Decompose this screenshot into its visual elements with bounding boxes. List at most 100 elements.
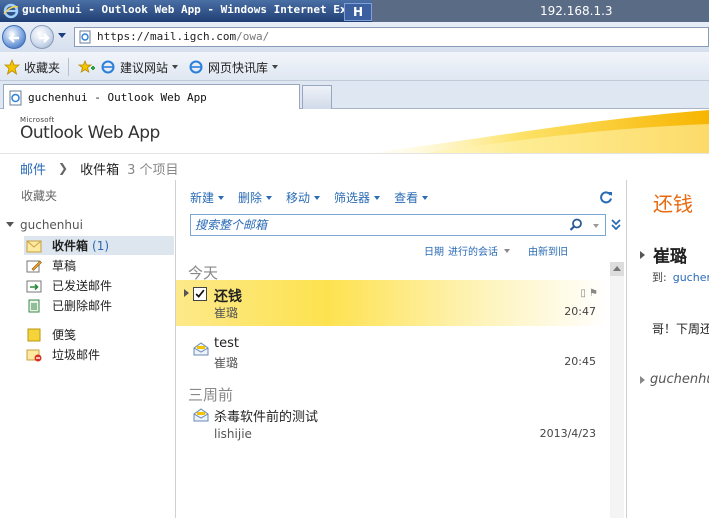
host-badge[interactable]: H [344,3,372,21]
message-checkbox-checked[interactable] [193,287,207,301]
folder-sent[interactable]: 已发送邮件 [26,276,175,295]
message-row[interactable]: test 崔璐 20:45 [176,330,608,376]
sort-by-date[interactable]: 日期 [424,243,444,258]
chevron-down-icon[interactable] [504,248,510,253]
favorites-button[interactable]: 收藏夹 [4,58,60,76]
back-arrow-icon [8,33,19,43]
new-tab-button[interactable] [302,85,332,109]
search-options-chevron-icon[interactable] [593,224,599,228]
folder-navigation: 收藏夹 guchenhui 收件箱 (1) 草稿 已发送邮件 已删除邮件 便笺 … [0,180,175,518]
new-button[interactable]: 新建 [190,189,225,206]
tab-bar: guchenhui - Outlook Web App [0,81,709,109]
suggested-sites-button[interactable]: 建议网站 [100,58,179,76]
ie-page-icon [101,60,115,74]
chevron-right-icon: ❯ [58,161,69,175]
filter-button[interactable]: 筛选器 [334,189,381,206]
web-slice-gallery-button[interactable]: 网页快讯库 [188,58,279,76]
flag-icon[interactable]: ▯ ⚑ [580,288,598,299]
thread-sender: guchenhui [650,372,709,387]
message-subject: test [214,336,239,351]
inbox-icon [26,240,42,252]
search-icon[interactable] [569,218,583,232]
window-title: guchenhui - Outlook Web App - Windows In… [22,3,387,16]
folder-junk[interactable]: 垃圾邮件 [26,345,175,364]
read-mail-icon [193,408,209,422]
expand-triangle-icon[interactable] [640,250,645,259]
folder-drafts-label: 草稿 [52,259,77,273]
forward-button[interactable] [30,25,54,49]
owa-header: Microsoft Outlook Web App [0,110,709,154]
owa-logo: Microsoft Outlook Web App [20,116,160,143]
move-button[interactable]: 移动 [286,189,321,206]
owa-app-name: Outlook Web App [20,123,160,143]
ie-logo-icon [3,3,19,19]
message-row-selected[interactable]: 还钱 崔璐 ▯ ⚑ 20:47 [176,280,608,326]
view-button[interactable]: 查看 [394,189,429,206]
drafts-icon [26,260,42,272]
delete-button[interactable]: 删除 [238,189,273,206]
window-titlebar: guchenhui - Outlook Web App - Windows In… [0,0,709,22]
star-icon [4,59,20,75]
url-text: https://mail.igch.com/owa/ [97,30,270,43]
expand-search-icon[interactable] [610,218,622,232]
favorites-bar: 收藏夹 建议网站 网页快讯库 [0,52,709,81]
scroll-up-button[interactable] [610,262,624,276]
chevron-down-icon [266,195,273,200]
favorites-label: 收藏夹 [24,60,61,75]
breadcrumb-current-folder: 收件箱 [80,162,120,178]
reading-pane: 还钱 崔璐 到: guchenhui 哥！下周还你 guchenhui [628,180,709,518]
address-bar: https://mail.igch.com/owa/ [0,22,709,52]
page-icon [79,30,91,44]
refresh-icon[interactable] [599,190,613,204]
message-row[interactable]: 杀毒软件前的测试 lishijie 2013/4/23 [176,402,608,448]
to-label: 到: [652,271,667,284]
search-input[interactable] [195,217,555,233]
message-list-scrollbar[interactable] [610,262,624,518]
back-button[interactable] [2,25,26,49]
url-field[interactable]: https://mail.igch.com/owa/ [74,27,709,47]
chevron-down-icon [374,195,381,200]
breadcrumb-mail-link[interactable]: 邮件 [20,159,46,178]
folder-drafts[interactable]: 草稿 [26,256,175,275]
breadcrumb: 邮件 ❯ 收件箱 3 个项目 [20,159,179,178]
add-favorite-button[interactable] [78,58,96,76]
folder-notes[interactable]: 便笺 [26,325,175,344]
expand-triangle-icon [640,375,645,384]
message-time: 20:47 [564,305,596,318]
folder-notes-label: 便笺 [52,328,77,342]
message-sender: lishijie [214,427,252,441]
chevron-down-icon [422,195,429,200]
folder-inbox[interactable]: 收件箱 (1) [24,236,174,255]
tab-title: guchenhui - Outlook Web App [28,91,207,104]
remote-ip-label: 192.168.1.3 [540,4,613,18]
message-time: 2013/4/23 [539,427,596,440]
message-subject: 杀毒软件前的测试 [214,410,319,425]
message-list-pane: 新建 删除 移动 筛选器 查看 日期 进行的会话 由新到旧 今天 还钱 崔璐 ▯… [175,180,627,518]
collapse-triangle-icon [6,222,14,227]
history-dropdown-icon[interactable] [58,33,66,38]
account-node[interactable]: guchenhui [6,218,83,232]
message-time: 20:45 [564,355,596,368]
notes-icon [27,328,41,341]
ie-page-icon [9,90,22,106]
favorites-section-label[interactable]: 收藏夹 [21,187,57,204]
message-sender: 崔璐 [214,306,239,320]
add-favorite-icon [78,59,95,73]
expand-conversation-icon[interactable] [184,289,189,297]
sort-conversation-mode[interactable]: 进行的会话 [448,243,498,258]
folder-sent-label: 已发送邮件 [52,279,113,293]
chevron-down-icon [218,195,225,200]
sort-bar: 日期 进行的会话 由新到旧 [424,243,568,258]
folder-deleted[interactable]: 已删除邮件 [26,296,175,315]
reading-sender: 崔璐 [653,247,687,267]
reading-sender-row[interactable]: 崔璐 [640,242,687,267]
tab-outlook[interactable]: guchenhui - Outlook Web App [3,84,300,109]
thread-item[interactable]: guchenhui [640,372,709,387]
sort-order[interactable]: 由新到旧 [528,243,568,258]
search-box [190,214,606,236]
recipient-link[interactable]: guchenhui [673,271,709,284]
chevron-down-icon [272,65,279,69]
chevron-down-icon [172,65,179,69]
chevron-down-icon [314,195,321,200]
forward-arrow-icon [39,33,50,43]
